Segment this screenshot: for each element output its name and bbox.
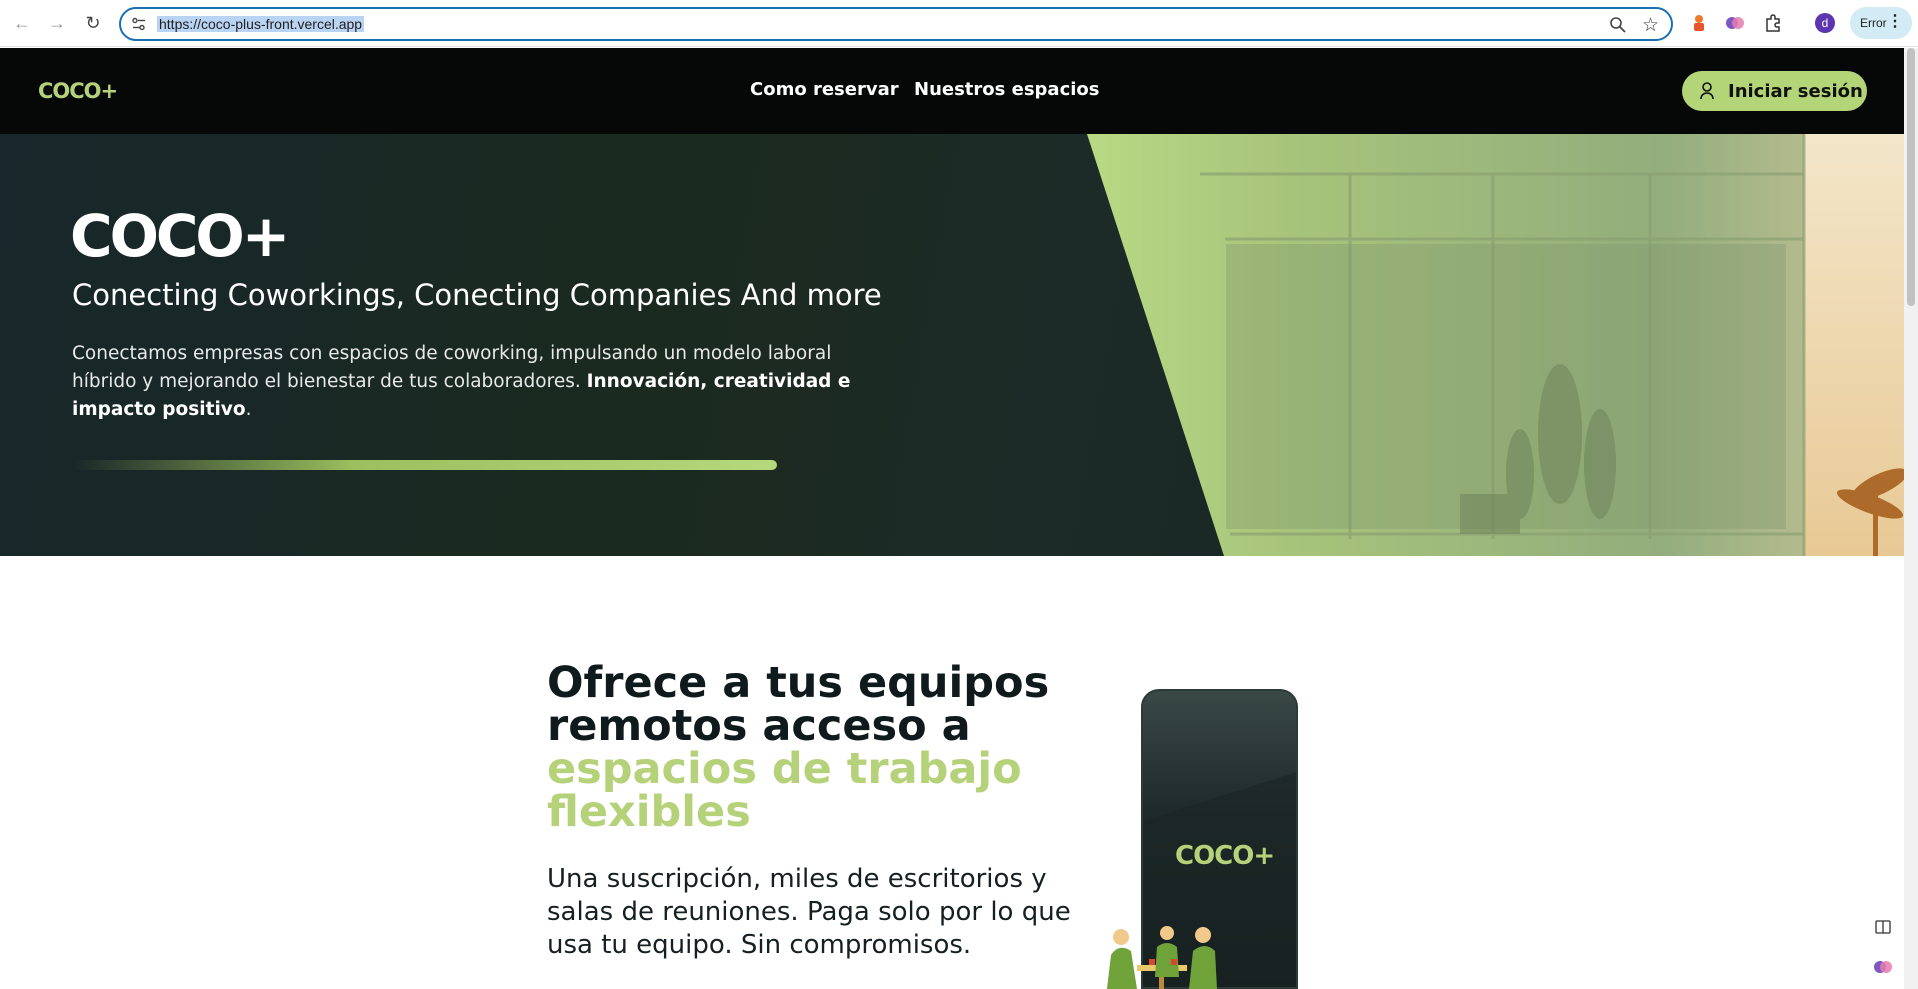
people-at-table-illustration — [1107, 926, 1217, 989]
headline-accent-2: flexibles — [547, 787, 751, 837]
site-settings-icon[interactable] — [131, 16, 147, 32]
back-icon[interactable]: ← — [11, 12, 33, 34]
site-header: COCO+ Como reservar Nuestros espacios In… — [0, 48, 1904, 134]
hero-logo: COCO+ — [70, 202, 290, 270]
assistant-brain-icon[interactable] — [1871, 955, 1895, 979]
login-button[interactable]: Iniciar sesión — [1682, 71, 1867, 111]
bookmark-star-icon[interactable]: ☆ — [1642, 14, 1659, 37]
site-logo[interactable]: COCO+ — [38, 79, 118, 103]
address-bar[interactable]: https://coco-plus-front.vercel.app ☆ — [119, 7, 1673, 41]
headline-accent-1: espacios de trabajo — [547, 744, 1022, 794]
login-label: Iniciar sesión — [1728, 80, 1863, 102]
forward-icon[interactable]: → — [46, 12, 68, 34]
hero-description-end: . — [245, 399, 252, 420]
user-icon — [1700, 82, 1714, 100]
zoom-icon[interactable] — [1609, 16, 1627, 34]
headline-line-2: remotos acceso a — [547, 701, 971, 751]
extensions-puzzle-icon[interactable] — [1762, 12, 1784, 34]
hero-title: Conecting Coworkings, Conecting Companie… — [72, 278, 882, 312]
profile-avatar[interactable]: d — [1815, 13, 1835, 33]
hero-decorative-bar — [72, 460, 777, 470]
extension-brain-icon[interactable] — [1724, 12, 1746, 34]
browser-toolbar: ← → ↻ https://coco-plus-front.vercel.app… — [0, 0, 1918, 47]
nav-link-como-reservar[interactable]: Como reservar — [750, 79, 899, 100]
section-subtext: Una suscripción, miles de escritorios y … — [547, 864, 1071, 960]
error-label: Error — [1860, 16, 1887, 30]
hero-banner: COCO+ Conecting Coworkings, Conecting Co… — [0, 134, 1904, 556]
scrollbar-thumb[interactable] — [1907, 48, 1915, 306]
reload-icon[interactable]: ↻ — [82, 12, 104, 34]
reading-mode-icon[interactable] — [1871, 915, 1895, 939]
extension-figure-icon[interactable] — [1688, 12, 1710, 34]
error-button[interactable]: Error ⋮ — [1850, 7, 1912, 39]
nav-link-nuestros-espacios[interactable]: Nuestros espacios — [914, 79, 1100, 100]
url-text[interactable]: https://coco-plus-front.vercel.app — [157, 16, 365, 32]
hero-description: Conectamos empresas con espacios de cowo… — [72, 340, 872, 424]
headline-line-1: Ofrece a tus equipos — [547, 658, 1050, 708]
menu-dots-icon[interactable]: ⋮ — [1887, 14, 1903, 30]
section-headline: Ofrece a tus equipos remotos acceso a es… — [547, 662, 1067, 834]
phone-logo: COCO+ — [1175, 841, 1275, 871]
page-scrollbar[interactable] — [1904, 48, 1918, 989]
